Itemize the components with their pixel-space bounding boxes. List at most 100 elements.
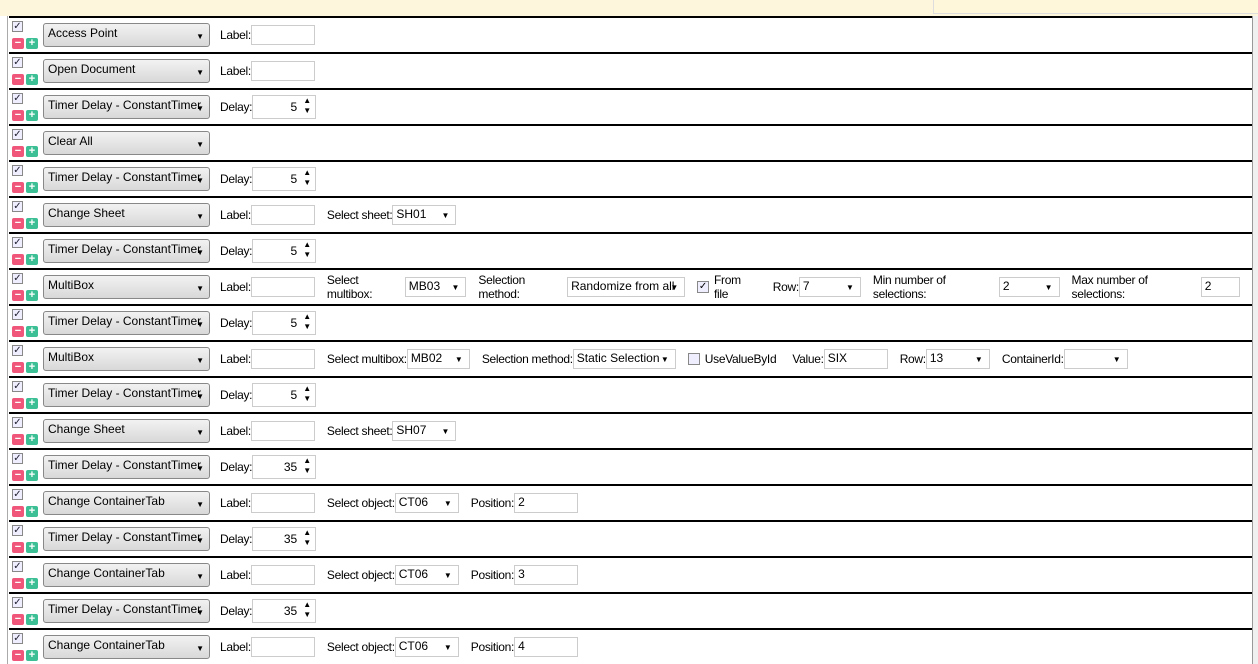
- remove-step-button[interactable]: −: [12, 434, 24, 445]
- add-step-button[interactable]: +: [26, 290, 38, 301]
- field-input[interactable]: [250, 637, 315, 657]
- add-step-button[interactable]: +: [26, 650, 38, 661]
- field-input[interactable]: [250, 493, 315, 513]
- add-step-button[interactable]: +: [26, 398, 38, 409]
- field-input[interactable]: [250, 25, 315, 45]
- field-input[interactable]: 3: [514, 565, 579, 585]
- enabled-checkbox[interactable]: ✓: [12, 273, 23, 284]
- remove-step-button[interactable]: −: [12, 326, 24, 337]
- delay-spinner[interactable]: 35 ▲ ▼: [252, 527, 317, 551]
- enabled-checkbox[interactable]: ✓: [12, 597, 23, 608]
- enabled-checkbox[interactable]: ✓: [12, 381, 23, 392]
- up-down-arrows-icon[interactable]: ▲ ▼: [303, 96, 311, 116]
- field-input[interactable]: [250, 349, 315, 369]
- field-input[interactable]: [250, 565, 315, 585]
- vertical-scrollbar[interactable]: [1252, 16, 1258, 664]
- field-select[interactable]: ▼: [1063, 349, 1128, 369]
- action-type-dropdown[interactable]: Timer Delay - ConstantTimer ▼: [43, 599, 210, 623]
- field-select[interactable]: Static Selection ▼: [572, 349, 676, 369]
- field-input[interactable]: SIX: [823, 349, 888, 369]
- add-step-button[interactable]: +: [26, 182, 38, 193]
- up-down-arrows-icon[interactable]: ▲ ▼: [303, 168, 311, 188]
- remove-step-button[interactable]: −: [12, 110, 24, 121]
- add-step-button[interactable]: +: [26, 614, 38, 625]
- enabled-checkbox[interactable]: ✓: [12, 525, 23, 536]
- field-select[interactable]: MB03 ▼: [404, 277, 467, 297]
- field-input[interactable]: 4: [514, 637, 579, 657]
- field-select[interactable]: MB02 ▼: [406, 349, 470, 369]
- remove-step-button[interactable]: −: [12, 254, 24, 265]
- action-type-dropdown[interactable]: Change ContainerTab ▼: [43, 491, 210, 515]
- action-type-dropdown[interactable]: Change Sheet ▼: [43, 203, 210, 227]
- enabled-checkbox[interactable]: ✓: [12, 57, 23, 68]
- field-input[interactable]: 2: [1200, 277, 1240, 297]
- field-select[interactable]: 13 ▼: [925, 349, 990, 369]
- action-type-dropdown[interactable]: Timer Delay - ConstantTimer ▼: [43, 95, 210, 119]
- remove-step-button[interactable]: −: [12, 614, 24, 625]
- enabled-checkbox[interactable]: ✓: [12, 417, 23, 428]
- remove-step-button[interactable]: −: [12, 146, 24, 157]
- action-type-dropdown[interactable]: Clear All ▼: [43, 131, 210, 155]
- enabled-checkbox[interactable]: ✓: [12, 345, 23, 356]
- action-type-dropdown[interactable]: Access Point ▼: [43, 23, 210, 47]
- enabled-checkbox[interactable]: ✓: [12, 165, 23, 176]
- field-select[interactable]: CT06 ▼: [394, 565, 459, 585]
- up-down-arrows-icon[interactable]: ▲ ▼: [303, 600, 311, 620]
- delay-spinner[interactable]: 35 ▲ ▼: [252, 455, 317, 479]
- delay-spinner[interactable]: 5 ▲ ▼: [252, 239, 317, 263]
- up-down-arrows-icon[interactable]: ▲ ▼: [303, 312, 311, 332]
- remove-step-button[interactable]: −: [12, 218, 24, 229]
- action-type-dropdown[interactable]: Timer Delay - ConstantTimer ▼: [43, 455, 210, 479]
- add-step-button[interactable]: +: [26, 254, 38, 265]
- up-down-arrows-icon[interactable]: ▲ ▼: [303, 528, 311, 548]
- up-down-arrows-icon[interactable]: ▲ ▼: [303, 456, 311, 476]
- action-type-dropdown[interactable]: Change Sheet ▼: [43, 419, 210, 443]
- field-select[interactable]: 7 ▼: [798, 277, 861, 297]
- remove-step-button[interactable]: −: [12, 398, 24, 409]
- field-select[interactable]: 2 ▼: [998, 277, 1060, 297]
- add-step-button[interactable]: +: [26, 470, 38, 481]
- action-type-dropdown[interactable]: Open Document ▼: [43, 59, 210, 83]
- field-input[interactable]: [250, 421, 315, 441]
- remove-step-button[interactable]: −: [12, 470, 24, 481]
- delay-spinner[interactable]: 35 ▲ ▼: [252, 599, 317, 623]
- add-step-button[interactable]: +: [26, 38, 38, 49]
- enabled-checkbox[interactable]: ✓: [12, 453, 23, 464]
- up-down-arrows-icon[interactable]: ▲ ▼: [303, 384, 311, 404]
- action-type-dropdown[interactable]: Timer Delay - ConstantTimer ▼: [43, 167, 210, 191]
- enabled-checkbox[interactable]: ✓: [12, 93, 23, 104]
- field-input[interactable]: [250, 205, 315, 225]
- enabled-checkbox[interactable]: ✓: [12, 561, 23, 572]
- remove-step-button[interactable]: −: [12, 650, 24, 661]
- action-type-dropdown[interactable]: Change ContainerTab ▼: [43, 635, 210, 659]
- remove-step-button[interactable]: −: [12, 542, 24, 553]
- remove-step-button[interactable]: −: [12, 290, 24, 301]
- remove-step-button[interactable]: −: [12, 578, 24, 589]
- field-checkbox[interactable]: [687, 353, 700, 365]
- field-select[interactable]: CT06 ▼: [394, 493, 459, 513]
- field-select[interactable]: Randomize from all ▼: [567, 277, 686, 297]
- delay-spinner[interactable]: 5 ▲ ▼: [252, 167, 317, 191]
- field-select[interactable]: CT06 ▼: [394, 637, 459, 657]
- enabled-checkbox[interactable]: ✓: [12, 201, 23, 212]
- action-type-dropdown[interactable]: MultiBox ▼: [43, 275, 210, 299]
- enabled-checkbox[interactable]: ✓: [12, 21, 23, 32]
- enabled-checkbox[interactable]: ✓: [12, 129, 23, 140]
- field-input[interactable]: [250, 277, 315, 297]
- add-step-button[interactable]: +: [26, 326, 38, 337]
- add-step-button[interactable]: +: [26, 74, 38, 85]
- remove-step-button[interactable]: −: [12, 506, 24, 517]
- enabled-checkbox[interactable]: ✓: [12, 633, 23, 644]
- add-step-button[interactable]: +: [26, 506, 38, 517]
- up-down-arrows-icon[interactable]: ▲ ▼: [303, 240, 311, 260]
- add-step-button[interactable]: +: [26, 578, 38, 589]
- remove-step-button[interactable]: −: [12, 362, 24, 373]
- add-step-button[interactable]: +: [26, 146, 38, 157]
- delay-spinner[interactable]: 5 ▲ ▼: [252, 383, 317, 407]
- action-type-dropdown[interactable]: Timer Delay - ConstantTimer ▼: [43, 527, 210, 551]
- action-type-dropdown[interactable]: Timer Delay - ConstantTimer ▼: [43, 383, 210, 407]
- action-type-dropdown[interactable]: MultiBox ▼: [43, 347, 210, 371]
- add-step-button[interactable]: +: [26, 110, 38, 121]
- field-checkbox[interactable]: ✓: [697, 281, 709, 293]
- action-type-dropdown[interactable]: Timer Delay - ConstantTimer ▼: [43, 311, 210, 335]
